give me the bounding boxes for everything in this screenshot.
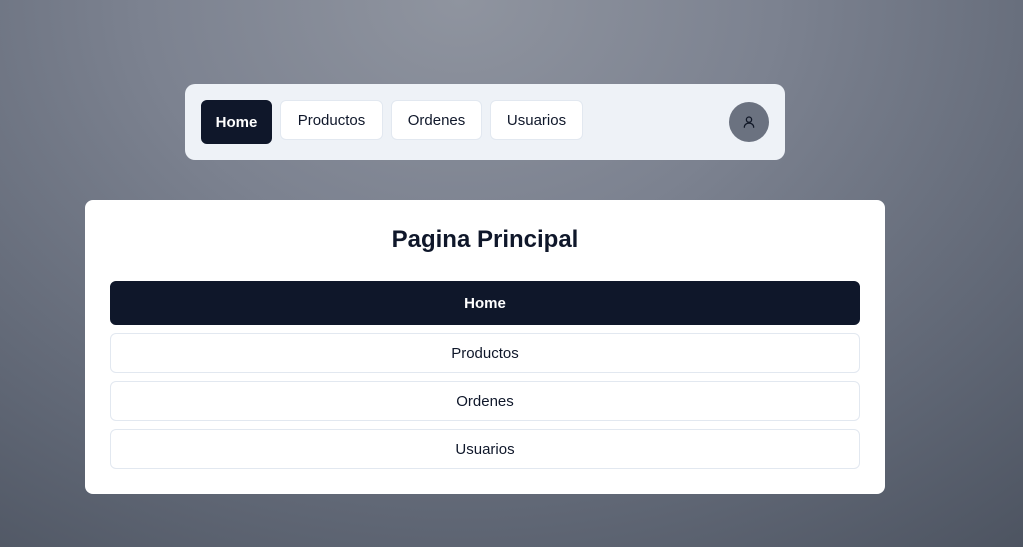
list-home-button[interactable]: Home bbox=[110, 281, 860, 325]
list-usuarios-button[interactable]: Usuarios bbox=[110, 429, 860, 469]
user-avatar-button[interactable] bbox=[729, 102, 769, 142]
nav-productos-button[interactable]: Productos bbox=[280, 100, 383, 140]
list-ordenes-button[interactable]: Ordenes bbox=[110, 381, 860, 421]
top-navbar: Home Productos Ordenes Usuarios bbox=[185, 84, 785, 160]
nav-home-button[interactable]: Home bbox=[201, 100, 272, 144]
list-productos-button[interactable]: Productos bbox=[110, 333, 860, 373]
user-icon bbox=[743, 116, 755, 128]
nav-ordenes-button[interactable]: Ordenes bbox=[391, 100, 482, 140]
nav-usuarios-button[interactable]: Usuarios bbox=[490, 100, 583, 140]
main-card: Pagina Principal Home Productos Ordenes … bbox=[85, 200, 885, 494]
page-title: Pagina Principal bbox=[391, 226, 579, 253]
